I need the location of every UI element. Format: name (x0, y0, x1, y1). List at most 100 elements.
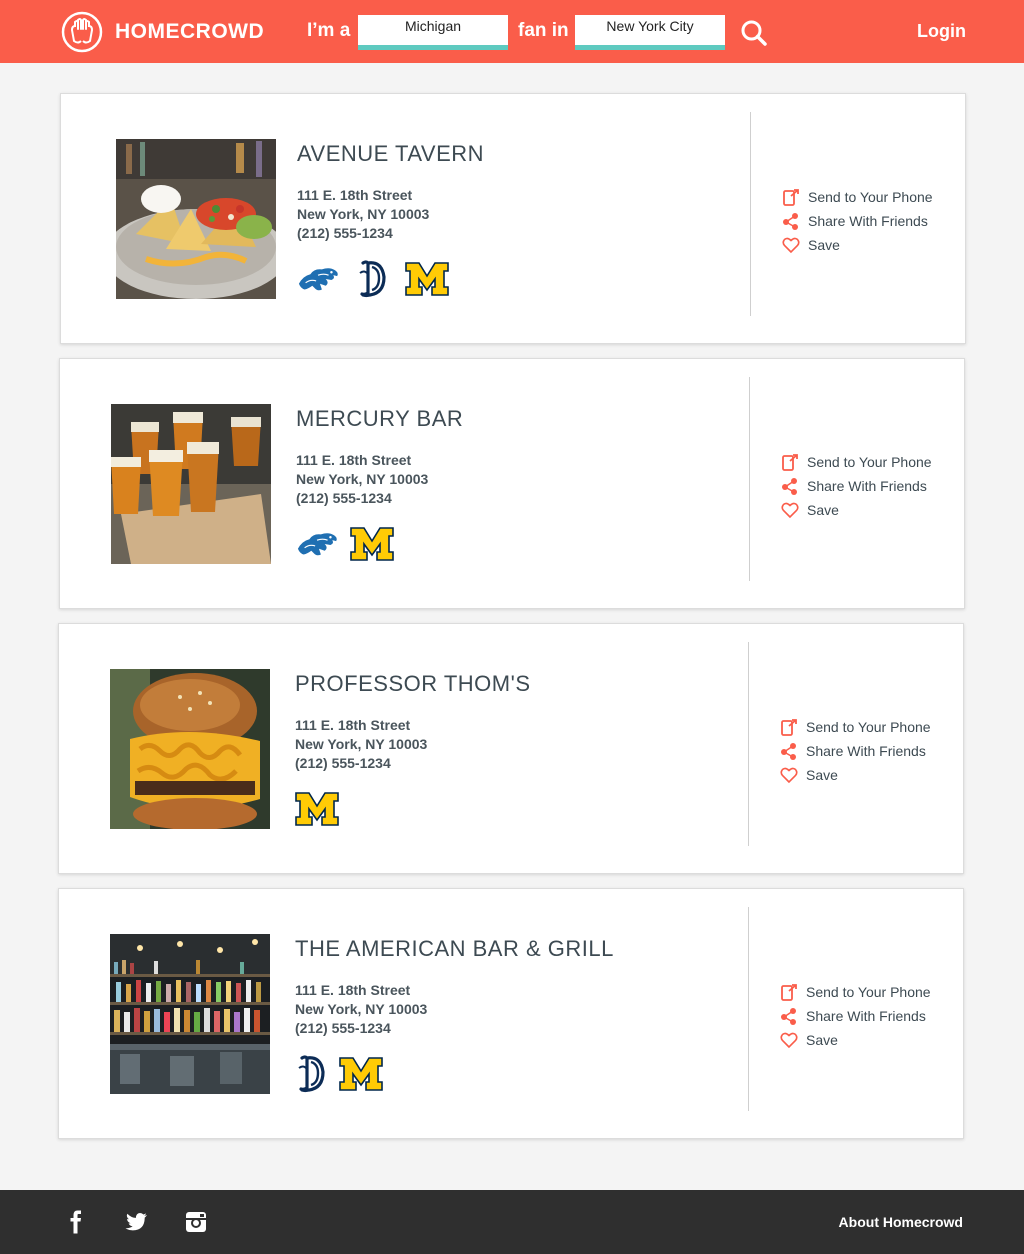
send-label: Send to Your Phone (808, 189, 933, 205)
phone-send-icon (780, 983, 798, 1001)
venue-name[interactable]: AVENUE TAVERN (297, 141, 484, 167)
save-button[interactable]: Save (781, 498, 932, 522)
detroit-tigers-logo (295, 1054, 329, 1094)
venue-address: 111 E. 18th Street New York, NY 10003 (2… (296, 451, 428, 508)
venue-address: 111 E. 18th Street New York, NY 10003 (2… (297, 186, 429, 243)
street-line: 111 E. 18th Street (297, 187, 413, 203)
venue-card: PROFESSOR THOM'S 111 E. 18th Street New … (58, 623, 964, 874)
venue-actions: Send to Your Phone Share With Friends Sa… (781, 450, 932, 522)
heart-icon (781, 501, 799, 519)
phone-line[interactable]: (212) 555-1234 (297, 224, 429, 243)
michigan-logo (405, 259, 449, 299)
instagram-icon[interactable] (184, 1210, 208, 1234)
venue-name[interactable]: THE AMERICAN BAR & GRILL (295, 936, 614, 962)
save-label: Save (806, 767, 838, 783)
fan-in-label: fan in (518, 20, 569, 41)
venue-name[interactable]: MERCURY BAR (296, 406, 463, 432)
share-label: Share With Friends (808, 213, 928, 229)
michigan-logo (339, 1054, 383, 1094)
detroit-lions-logo (297, 259, 341, 299)
heart-icon (782, 236, 800, 254)
venue-card: AVENUE TAVERN 111 E. 18th Street New Yor… (60, 93, 966, 344)
phone-send-icon (780, 718, 798, 736)
share-label: Share With Friends (807, 478, 927, 494)
share-button[interactable]: Share With Friends (780, 1004, 931, 1028)
team-input[interactable]: Michigan (358, 15, 508, 50)
share-button[interactable]: Share With Friends (782, 209, 933, 233)
phone-send-icon (781, 453, 799, 471)
save-label: Save (808, 237, 840, 253)
venue-address: 111 E. 18th Street New York, NY 10003 (2… (295, 716, 427, 773)
about-link[interactable]: About Homecrowd (839, 1214, 963, 1230)
team-logos (297, 258, 449, 300)
bar-shelves-photo (110, 934, 270, 1094)
save-label: Save (807, 502, 839, 518)
venue-actions: Send to Your Phone Share With Friends Sa… (780, 980, 931, 1052)
venue-card: MERCURY BAR 111 E. 18th Street New York,… (59, 358, 965, 609)
detroit-lions-logo (296, 524, 340, 564)
venue-actions: Send to Your Phone Share With Friends Sa… (780, 715, 931, 787)
twitter-icon[interactable] (124, 1210, 148, 1234)
venue-actions: Send to Your Phone Share With Friends Sa… (782, 185, 933, 257)
share-label: Share With Friends (806, 743, 926, 759)
card-divider (748, 907, 749, 1111)
card-divider (748, 642, 749, 846)
search-button[interactable] (739, 18, 769, 48)
send-to-phone-button[interactable]: Send to Your Phone (780, 715, 931, 739)
brand-logo[interactable]: HOMECROWD (61, 11, 264, 53)
street-line: 111 E. 18th Street (295, 982, 411, 998)
michigan-logo (295, 789, 339, 829)
top-nav: HOMECROWD I’m a Michigan fan in New York… (0, 0, 1024, 63)
heart-icon (780, 1031, 798, 1049)
nachos-photo (116, 139, 276, 299)
mac-cheese-burger-photo (110, 669, 270, 829)
phone-line[interactable]: (212) 555-1234 (295, 1019, 427, 1038)
city-input[interactable]: New York City (575, 15, 725, 50)
send-label: Send to Your Phone (807, 454, 932, 470)
venue-name[interactable]: PROFESSOR THOM'S (295, 671, 531, 697)
save-label: Save (806, 1032, 838, 1048)
save-button[interactable]: Save (780, 1028, 931, 1052)
im-a-label: I’m a (307, 20, 351, 41)
phone-send-icon (782, 188, 800, 206)
venue-card: THE AMERICAN BAR & GRILL 111 E. 18th Str… (58, 888, 964, 1139)
share-button[interactable]: Share With Friends (780, 739, 931, 763)
card-divider (750, 112, 751, 316)
card-divider (749, 377, 750, 581)
team-logos (295, 788, 339, 830)
heart-icon (780, 766, 798, 784)
share-icon (780, 742, 798, 760)
team-logos (296, 523, 394, 565)
send-to-phone-button[interactable]: Send to Your Phone (780, 980, 931, 1004)
share-icon (780, 1007, 798, 1025)
save-button[interactable]: Save (780, 763, 931, 787)
share-icon (781, 477, 799, 495)
michigan-logo (350, 524, 394, 564)
send-to-phone-button[interactable]: Send to Your Phone (781, 450, 932, 474)
raised-hands-icon (61, 11, 103, 53)
beer-flight-photo (111, 404, 271, 564)
login-link[interactable]: Login (917, 21, 966, 42)
phone-line[interactable]: (212) 555-1234 (296, 489, 428, 508)
share-label: Share With Friends (806, 1008, 926, 1024)
city-line: New York, NY 10003 (295, 736, 428, 752)
footer: About Homecrowd (0, 1190, 1024, 1254)
detroit-tigers-logo (351, 259, 395, 299)
send-label: Send to Your Phone (806, 984, 931, 1000)
facebook-icon[interactable] (64, 1210, 88, 1234)
send-label: Send to Your Phone (806, 719, 931, 735)
city-line: New York, NY 10003 (295, 1001, 428, 1017)
share-icon (782, 212, 800, 230)
brand-name: HOMECROWD (115, 20, 265, 43)
search-icon (741, 20, 767, 46)
city-line: New York, NY 10003 (297, 206, 430, 222)
street-line: 111 E. 18th Street (295, 717, 411, 733)
street-line: 111 E. 18th Street (296, 452, 412, 468)
share-button[interactable]: Share With Friends (781, 474, 932, 498)
city-line: New York, NY 10003 (296, 471, 429, 487)
save-button[interactable]: Save (782, 233, 933, 257)
phone-line[interactable]: (212) 555-1234 (295, 754, 427, 773)
send-to-phone-button[interactable]: Send to Your Phone (782, 185, 933, 209)
venue-address: 111 E. 18th Street New York, NY 10003 (2… (295, 981, 427, 1038)
team-logos (295, 1053, 383, 1095)
